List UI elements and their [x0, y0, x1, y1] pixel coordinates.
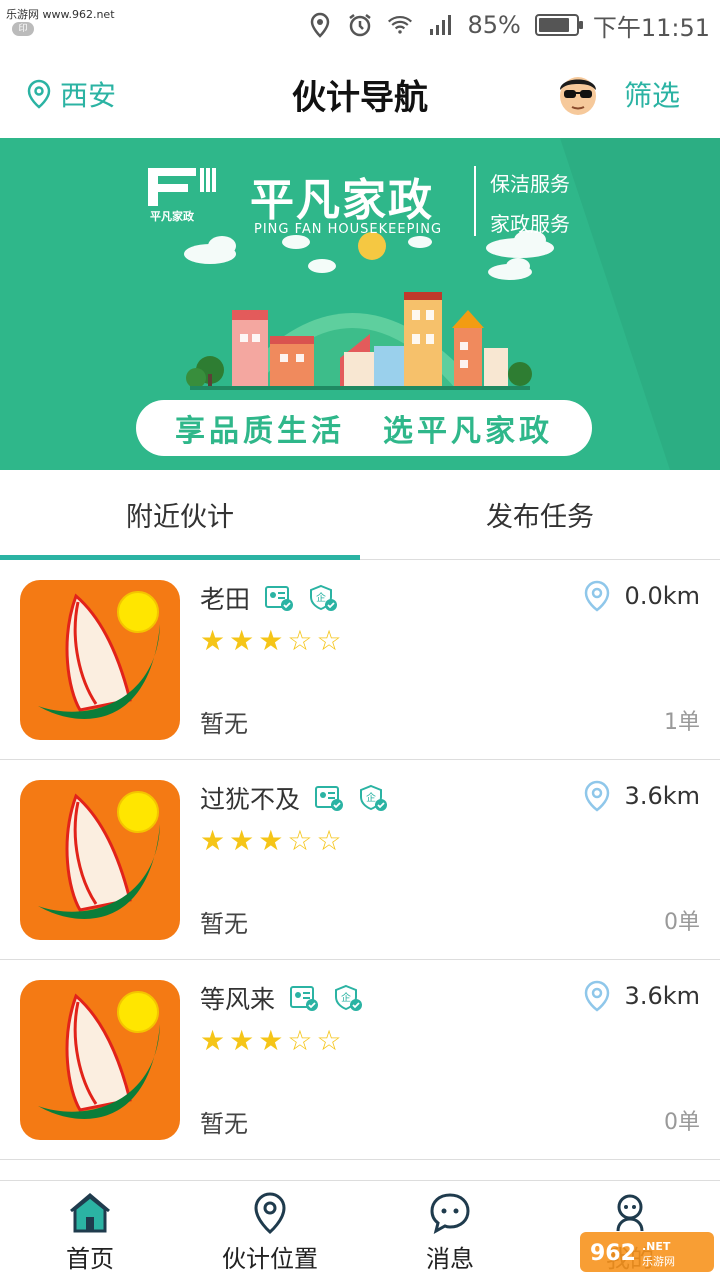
worker-name-row: 过犹不及 企 [200, 780, 388, 816]
bottom-nav: 首页 伙计位置 消息 我的 962 .NET 乐游网 [0, 1180, 720, 1280]
home-icon [70, 1193, 110, 1233]
star-filled-icon: ★ [229, 1024, 255, 1057]
clock: 下午11:51 [592, 13, 710, 42]
worker-name-row: 老田 企 [200, 580, 338, 616]
location-icon [307, 12, 333, 38]
signal-icon [427, 12, 453, 38]
id-verified-icon [315, 786, 344, 811]
nav-worker-location-label: 伙计位置 [222, 1245, 318, 1273]
list-item[interactable]: 等风来 企 ★ ★ ★ ☆ ☆ 暂无 3.6km 0单 [0, 960, 720, 1160]
sailboat-icon [20, 580, 180, 740]
brand-logo-text: 平凡家政 [150, 210, 194, 223]
worker-description: 暂无 [200, 910, 248, 938]
company-verified-icon: 企 [360, 784, 388, 811]
brand-name-en: PING FAN HOUSEKEEPING [254, 222, 443, 237]
status-bar: 乐游网 www.962.net 印 85% 下午11:51 [0, 0, 720, 50]
star-empty-icon: ☆ [287, 824, 313, 857]
nav-home-label: 首页 [66, 1245, 114, 1273]
worker-list: 老田 企 ★ ★ ★ ☆ ☆ 暂无 0.0km 1单 过犹不及 企 ★ ★ ★ ☆ ☆ 暂无 3… [0, 560, 720, 1160]
worker-name: 老田 [200, 585, 251, 614]
rating-stars: ★ ★ ★ ☆ ☆ [200, 626, 342, 656]
order-count: 0单 [664, 910, 700, 935]
page-title: 伙计导航 [292, 78, 428, 118]
star-filled-icon: ★ [200, 624, 226, 657]
app-header: 西安 伙计导航 筛选 [0, 50, 720, 138]
notification-icon: 印 [12, 22, 34, 36]
nav-home[interactable]: 首页 [0, 1181, 180, 1280]
location-pin-icon [584, 580, 609, 612]
distance-value: 3.6km [624, 982, 700, 1010]
worker-name-row: 等风来 企 [200, 980, 363, 1016]
svg-text:企: 企 [341, 991, 351, 1004]
rating-stars: ★ ★ ★ ☆ ☆ [200, 1026, 342, 1056]
nav-worker-location[interactable]: 伙计位置 [180, 1181, 360, 1280]
star-filled-icon: ★ [200, 1024, 226, 1057]
chat-bubble-icon [430, 1193, 470, 1234]
tab-bar: 附近伙计 发布任务 [0, 470, 720, 560]
star-empty-icon: ☆ [316, 624, 342, 657]
tab-publish-task[interactable]: 发布任务 [360, 470, 720, 559]
distance-value: 0.0km [624, 582, 700, 610]
star-filled-icon: ★ [258, 624, 284, 657]
star-empty-icon: ☆ [316, 824, 342, 857]
tab-nearby[interactable]: 附近伙计 [0, 470, 360, 560]
distance: 0.0km [583, 580, 700, 612]
location-pin-icon [584, 980, 609, 1012]
star-empty-icon: ☆ [287, 624, 313, 657]
star-filled-icon: ★ [200, 824, 226, 857]
location-pin-icon [584, 780, 609, 812]
brand-name: 平凡家政 [250, 175, 434, 226]
nav-messages-label: 消息 [426, 1245, 474, 1273]
avatar[interactable] [556, 70, 600, 116]
svg-text:乐游网: 乐游网 [642, 1255, 675, 1268]
slogan-left: 享品质生活 [175, 414, 345, 449]
rating-stars: ★ ★ ★ ☆ ☆ [200, 826, 342, 856]
service-label-2: 家政服务 [490, 212, 570, 236]
battery-icon [534, 14, 583, 36]
sailboat-icon [20, 780, 180, 940]
service-label-1: 保洁服务 [490, 172, 570, 196]
worker-description: 暂无 [200, 710, 248, 738]
distance-value: 3.6km [624, 782, 700, 810]
svg-text:企: 企 [316, 591, 326, 604]
distance: 3.6km [583, 780, 700, 812]
slogan-right: 选平凡家政 [383, 414, 553, 449]
battery-percent: 85% [467, 11, 521, 39]
id-verified-icon [265, 586, 294, 611]
sailboat-icon [20, 980, 180, 1140]
star-empty-icon: ☆ [287, 1024, 313, 1057]
filter-button[interactable]: 筛选 [624, 74, 680, 114]
banner-slogan: 享品质生活 选平凡家政 [136, 400, 592, 456]
list-item[interactable]: 过犹不及 企 ★ ★ ★ ☆ ☆ 暂无 3.6km 0单 [0, 760, 720, 960]
battery-fill [538, 18, 570, 32]
svg-text:.NET: .NET [642, 1240, 671, 1253]
svg-text:企: 企 [366, 791, 376, 804]
star-filled-icon: ★ [229, 824, 255, 857]
promo-banner[interactable]: 平凡家政 平凡家政 PING FAN HOUSEKEEPING 保洁服务 家政服… [0, 138, 720, 470]
order-count: 1单 [664, 710, 700, 735]
id-verified-icon [290, 986, 319, 1011]
list-item[interactable]: 老田 企 ★ ★ ★ ☆ ☆ 暂无 0.0km 1单 [0, 560, 720, 760]
star-filled-icon: ★ [229, 624, 255, 657]
nav-messages[interactable]: 消息 [360, 1181, 540, 1280]
wifi-icon [387, 12, 413, 38]
site-watermark-logo: 962 .NET 乐游网 [580, 1232, 714, 1272]
person-icon [616, 1194, 644, 1232]
worker-name: 等风来 [200, 985, 276, 1014]
worker-description: 暂无 [200, 1110, 248, 1138]
star-filled-icon: ★ [258, 1024, 284, 1057]
worker-name: 过犹不及 [200, 785, 301, 814]
company-verified-icon: 企 [335, 984, 363, 1011]
star-filled-icon: ★ [258, 824, 284, 857]
watermark-text: 乐游网 www.962.net [6, 8, 115, 21]
company-verified-icon: 企 [310, 584, 338, 611]
location-pin-icon [254, 1192, 286, 1234]
star-empty-icon: ☆ [316, 1024, 342, 1057]
distance: 3.6km [583, 980, 700, 1012]
svg-text:962: 962 [590, 1241, 636, 1266]
divider [474, 166, 476, 236]
alarm-icon [347, 12, 373, 38]
order-count: 0单 [664, 1110, 700, 1135]
